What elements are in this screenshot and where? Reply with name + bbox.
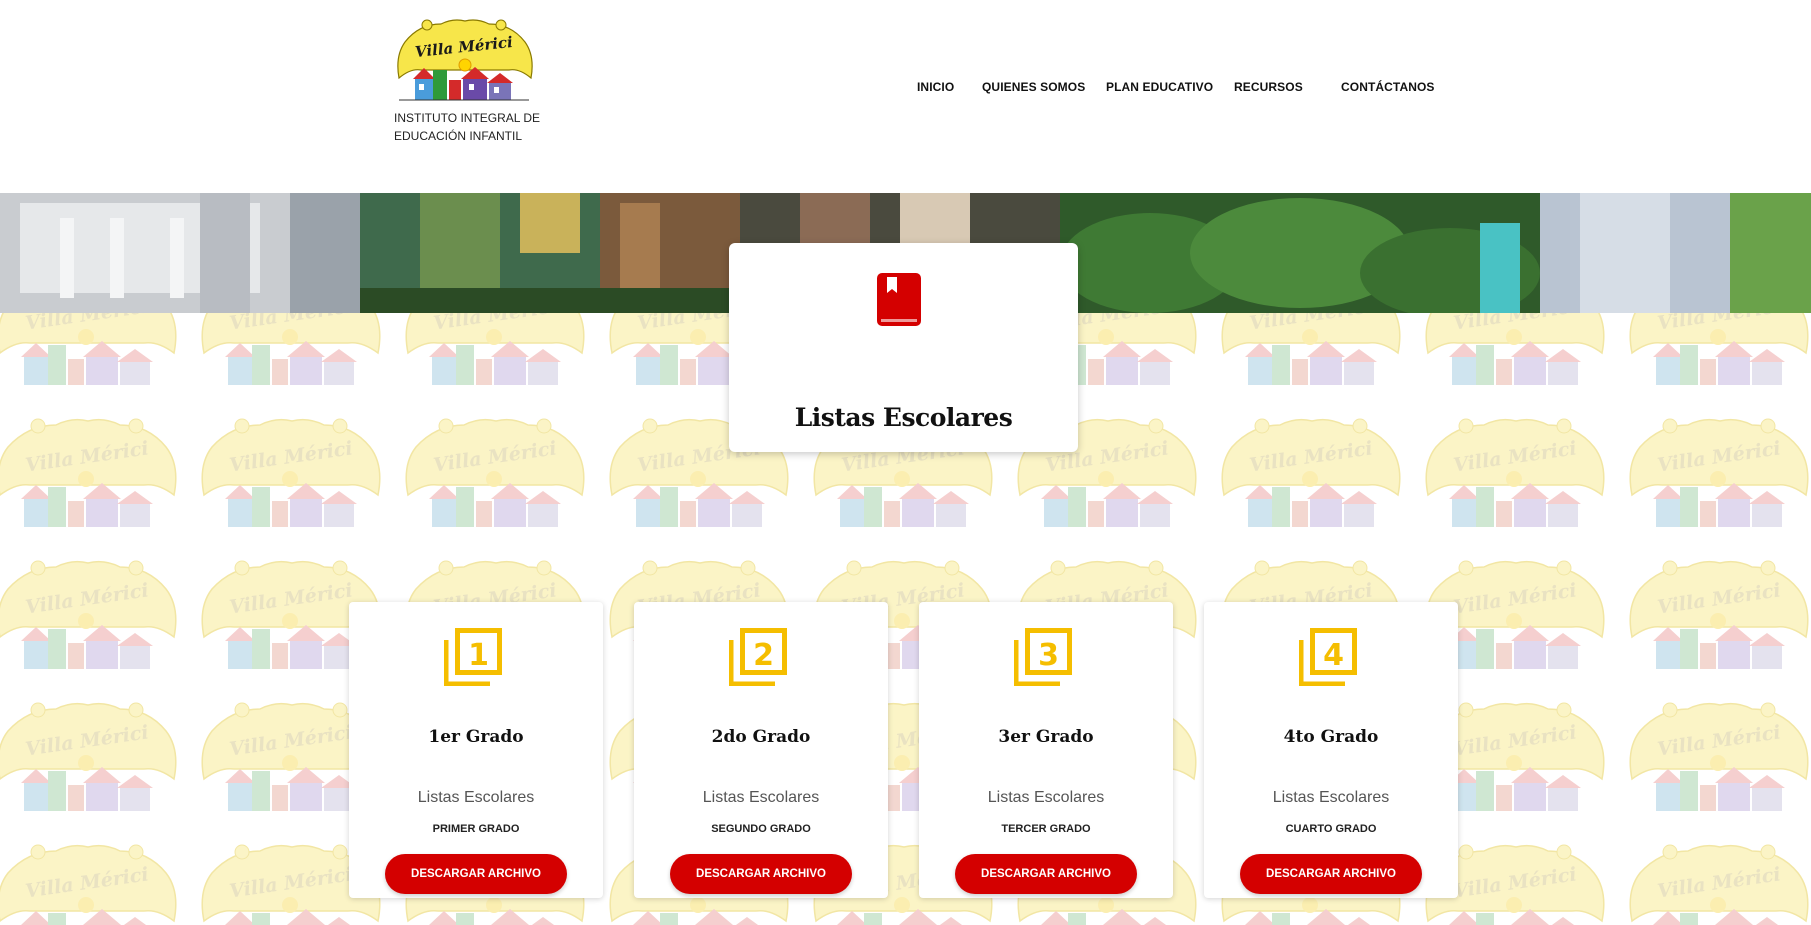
grade-subtitle: Listas Escolares bbox=[417, 789, 535, 806]
nav-quienes-somos[interactable]: QUIENES SOMOS bbox=[982, 80, 1085, 94]
grade-label: TERCER GRADO bbox=[1001, 823, 1091, 835]
grade-title: 3er Grado bbox=[998, 727, 1094, 747]
nav-recursos[interactable]: RECURSOS bbox=[1234, 80, 1303, 94]
svg-text:3: 3 bbox=[1038, 638, 1059, 673]
grade-label: CUARTO GRADO bbox=[1285, 823, 1377, 835]
grade-title: 1er Grado bbox=[428, 727, 524, 747]
grade-card-2: 2 2do Grado Listas Escolares SEGUNDO GRA… bbox=[634, 602, 888, 898]
grade-label: PRIMER GRADO bbox=[432, 823, 520, 835]
grade-title: 2do Grado bbox=[711, 727, 811, 747]
filter-1-icon: 1 bbox=[443, 628, 502, 687]
download-button-grade-3[interactable]: DESCARGAR ARCHIVO bbox=[955, 854, 1137, 894]
listas-escolares-title-card: Listas Escolares bbox=[729, 243, 1078, 452]
grade-subtitle: Listas Escolares bbox=[702, 789, 820, 806]
download-button-grade-1[interactable]: DESCARGAR ARCHIVO bbox=[385, 854, 567, 894]
grade-subtitle: Listas Escolares bbox=[987, 789, 1105, 806]
grade-card-4: 4 4to Grado Listas Escolares CUARTO GRAD… bbox=[1204, 602, 1458, 898]
svg-text:4: 4 bbox=[1323, 638, 1344, 673]
grade-subtitle: Listas Escolares bbox=[1272, 789, 1390, 806]
villa-merici-logo[interactable]: Villa Mérici bbox=[393, 18, 535, 102]
filter-3-icon: 3 bbox=[1013, 628, 1072, 687]
grade-label: SEGUNDO GRADO bbox=[711, 823, 811, 835]
download-button-grade-2[interactable]: DESCARGAR ARCHIVO bbox=[670, 854, 852, 894]
grade-title: 4to Grado bbox=[1283, 727, 1379, 747]
book-icon bbox=[877, 273, 921, 326]
nav-contactanos[interactable]: CONTÁCTANOS bbox=[1341, 80, 1435, 94]
page-title: Listas Escolares bbox=[794, 403, 1013, 432]
filter-4-icon: 4 bbox=[1298, 628, 1357, 687]
site-tagline: INSTITUTO INTEGRAL DE EDUCACIÓN INFANTIL bbox=[394, 111, 541, 143]
svg-text:1: 1 bbox=[468, 638, 489, 673]
grade-card-1: 1 1er Grado Listas Escolares PRIMER GRAD… bbox=[349, 602, 603, 898]
filter-2-icon: 2 bbox=[728, 628, 787, 687]
nav-plan-educativo[interactable]: PLAN EDUCATIVO bbox=[1106, 80, 1213, 94]
grade-card-3: 3 3er Grado Listas Escolares TERCER GRAD… bbox=[919, 602, 1173, 898]
svg-text:2: 2 bbox=[753, 638, 774, 673]
site-header: Villa Mérici INSTITUTO INTEGRAL DE EDUCA… bbox=[0, 0, 1811, 193]
download-button-grade-4[interactable]: DESCARGAR ARCHIVO bbox=[1240, 854, 1422, 894]
nav-inicio[interactable]: INICIO bbox=[917, 80, 954, 94]
